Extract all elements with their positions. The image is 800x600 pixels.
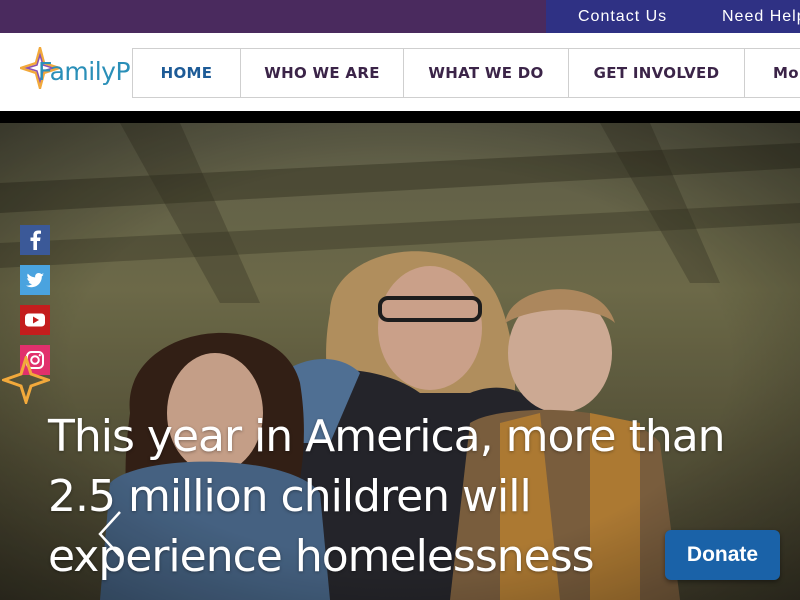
site-logo[interactable]: FamilyP bbox=[20, 47, 135, 91]
twitter-icon[interactable] bbox=[20, 265, 50, 295]
site-header: FamilyP HOME WHO WE ARE WHAT WE DO GET I… bbox=[0, 33, 800, 111]
nav-item-get-involved[interactable]: GET INVOLVED bbox=[568, 49, 744, 97]
nav-item-what-we-do[interactable]: WHAT WE DO bbox=[403, 49, 568, 97]
chevron-left-icon[interactable] bbox=[96, 509, 126, 559]
star-decoration-icon bbox=[2, 356, 50, 404]
hero-headline: This year in America, more than 2.5 mill… bbox=[48, 411, 726, 582]
logo-text: FamilyP bbox=[38, 57, 131, 86]
youtube-icon[interactable] bbox=[20, 305, 50, 335]
facebook-icon[interactable] bbox=[20, 225, 50, 255]
nav-item-home[interactable]: HOME bbox=[132, 49, 240, 97]
top-utility-bar: Contact Us Need Help bbox=[0, 0, 800, 33]
main-nav: HOME WHO WE ARE WHAT WE DO GET INVOLVED … bbox=[132, 48, 800, 98]
need-help-link[interactable]: Need Help bbox=[722, 8, 800, 26]
contact-us-link[interactable]: Contact Us bbox=[578, 8, 667, 26]
donate-button[interactable]: Donate bbox=[665, 530, 780, 580]
nav-item-who-we-are[interactable]: WHO WE ARE bbox=[240, 49, 403, 97]
hero-slideshow: This year in America, more than 2.5 mill… bbox=[0, 111, 800, 600]
nav-item-more[interactable]: More bbox=[744, 49, 800, 97]
top-links-group: Contact Us Need Help bbox=[546, 0, 800, 33]
